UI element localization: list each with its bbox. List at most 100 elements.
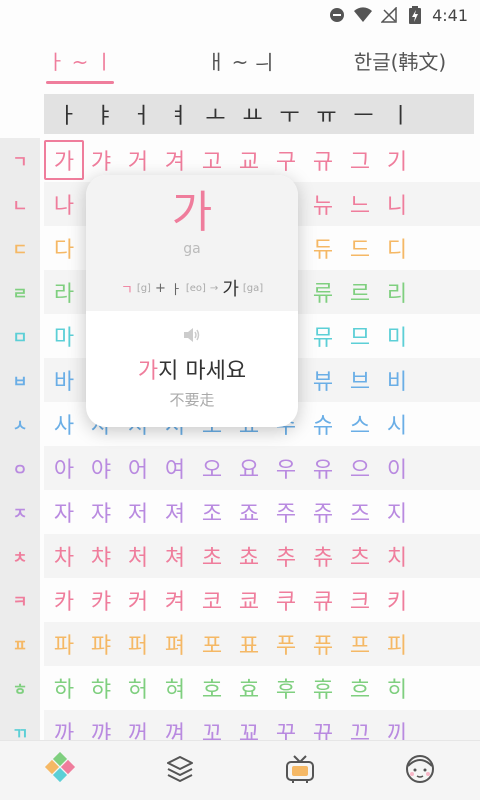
syllable-cell[interactable]: 코 xyxy=(192,580,232,620)
vowel-header-4[interactable]: ㅕ xyxy=(160,98,197,130)
syllable-cell[interactable]: 끼 xyxy=(377,712,417,740)
syllable-cell[interactable]: 아 xyxy=(44,448,84,488)
syllable-cell[interactable]: 꺄 xyxy=(81,712,121,740)
syllable-cell[interactable]: 퍄 xyxy=(81,624,121,664)
syllable-cell[interactable]: 하 xyxy=(44,668,84,708)
vowel-header-1[interactable]: ㅏ xyxy=(49,98,86,130)
syllable-cell[interactable]: 조 xyxy=(192,492,232,532)
syllable-cell[interactable]: 즈 xyxy=(340,492,380,532)
syllable-cell[interactable]: 슈 xyxy=(303,404,343,444)
consonant-header-10[interactable]: ㅊ xyxy=(0,534,40,578)
syllable-cell[interactable]: 요 xyxy=(229,448,269,488)
syllable-cell[interactable]: 지 xyxy=(377,492,417,532)
syllable-cell[interactable]: 큐 xyxy=(303,580,343,620)
syllable-cell[interactable]: 고 xyxy=(192,140,232,180)
syllable-cell[interactable]: 우 xyxy=(266,448,306,488)
vowel-header-3[interactable]: ㅓ xyxy=(123,98,160,130)
syllable-cell[interactable]: 디 xyxy=(377,228,417,268)
syllable-cell[interactable]: 호 xyxy=(192,668,232,708)
syllable-cell[interactable]: 시 xyxy=(377,404,417,444)
consonant-header-1[interactable]: ㄱ xyxy=(0,138,40,182)
syllable-cell[interactable]: 쵸 xyxy=(229,536,269,576)
syllable-cell[interactable]: 크 xyxy=(340,580,380,620)
vowel-header-9[interactable]: ㅡ xyxy=(345,98,382,130)
syllable-cell[interactable]: 초 xyxy=(192,536,232,576)
syllable-cell[interactable]: 유 xyxy=(303,448,343,488)
syllable-cell[interactable]: 캬 xyxy=(81,580,121,620)
syllable-cell[interactable]: 스 xyxy=(340,404,380,444)
syllable-cell[interactable]: 껴 xyxy=(155,712,195,740)
syllable-cell[interactable]: 쳐 xyxy=(155,536,195,576)
speaker-icon[interactable] xyxy=(182,325,202,345)
consonant-header-11[interactable]: ㅋ xyxy=(0,578,40,622)
vowel-header-2[interactable]: ㅑ xyxy=(86,98,123,130)
tab-basic-vowels[interactable]: ㅏ ~ ㅣ xyxy=(0,34,160,86)
syllable-cell[interactable]: 꺼 xyxy=(118,712,158,740)
syllable-cell[interactable]: 표 xyxy=(229,624,269,664)
syllable-cell[interactable]: 뮤 xyxy=(303,316,343,356)
syllable-cell[interactable]: 챠 xyxy=(81,536,121,576)
syllable-cell[interactable]: 파 xyxy=(44,624,84,664)
nav-tv[interactable] xyxy=(240,741,360,800)
syllable-cell[interactable]: 마 xyxy=(44,316,84,356)
syllable-cell[interactable]: 푸 xyxy=(266,624,306,664)
syllable-cell[interactable]: 여 xyxy=(155,448,195,488)
syllable-cell[interactable]: 햐 xyxy=(81,668,121,708)
syllable-cell[interactable]: 라 xyxy=(44,272,84,312)
syllable-cell[interactable]: 오 xyxy=(192,448,232,488)
syllable-cell[interactable]: 나 xyxy=(44,184,84,224)
syllable-cell[interactable]: 구 xyxy=(266,140,306,180)
syllable-cell[interactable]: 프 xyxy=(340,624,380,664)
syllable-cell[interactable]: 커 xyxy=(118,580,158,620)
syllable-cell[interactable]: 자 xyxy=(44,492,84,532)
syllable-cell[interactable]: 므 xyxy=(340,316,380,356)
syllable-cell[interactable]: 피 xyxy=(377,624,417,664)
syllable-cell[interactable]: 듀 xyxy=(303,228,343,268)
syllable-cell[interactable]: 비 xyxy=(377,360,417,400)
consonant-header-14[interactable]: ㄲ xyxy=(0,710,40,740)
syllable-cell[interactable]: 겨 xyxy=(155,140,195,180)
nav-profile[interactable] xyxy=(360,741,480,800)
syllable-cell[interactable]: 으 xyxy=(340,448,380,488)
consonant-header-9[interactable]: ㅈ xyxy=(0,490,40,534)
syllable-cell[interactable]: 후 xyxy=(266,668,306,708)
syllable-cell[interactable]: 치 xyxy=(377,536,417,576)
nav-chart[interactable] xyxy=(0,741,120,800)
syllable-cell[interactable]: 야 xyxy=(81,448,121,488)
syllable-cell[interactable]: 꾜 xyxy=(229,712,269,740)
syllable-cell[interactable]: 죠 xyxy=(229,492,269,532)
syllable-cell[interactable]: 히 xyxy=(377,668,417,708)
syllable-cell[interactable]: 쿄 xyxy=(229,580,269,620)
syllable-cell[interactable]: 츄 xyxy=(303,536,343,576)
syllable-cell[interactable]: 뷰 xyxy=(303,360,343,400)
syllable-cell[interactable]: 쥬 xyxy=(303,492,343,532)
syllable-cell[interactable]: 처 xyxy=(118,536,158,576)
syllable-cell[interactable]: 갸 xyxy=(81,140,121,180)
syllable-cell[interactable]: 포 xyxy=(192,624,232,664)
syllable-detail-popup[interactable]: 가 ga ㄱ [g] + ㅏ [eo] → 가 [ga] 가지 마세요 不要走 xyxy=(86,175,298,427)
syllable-cell[interactable]: 쟈 xyxy=(81,492,121,532)
syllable-cell[interactable]: 추 xyxy=(266,536,306,576)
syllable-cell[interactable]: 교 xyxy=(229,140,269,180)
syllable-cell[interactable]: 꼬 xyxy=(192,712,232,740)
syllable-cell[interactable]: 쿠 xyxy=(266,580,306,620)
syllable-cell[interactable]: 끄 xyxy=(340,712,380,740)
syllable-cell[interactable]: 츠 xyxy=(340,536,380,576)
syllable-cell[interactable]: 브 xyxy=(340,360,380,400)
syllable-cell[interactable]: 규 xyxy=(303,140,343,180)
syllable-cell[interactable]: 드 xyxy=(340,228,380,268)
syllable-cell[interactable]: 니 xyxy=(377,184,417,224)
vowel-header-6[interactable]: ㅛ xyxy=(234,98,271,130)
syllable-cell[interactable]: 퍼 xyxy=(118,624,158,664)
syllable-cell[interactable]: 져 xyxy=(155,492,195,532)
consonant-header-4[interactable]: ㄹ xyxy=(0,270,40,314)
syllable-cell[interactable]: 저 xyxy=(118,492,158,532)
syllable-cell[interactable]: 꾸 xyxy=(266,712,306,740)
syllable-cell[interactable]: 흐 xyxy=(340,668,380,708)
vowel-header-10[interactable]: ㅣ xyxy=(382,98,419,130)
syllable-cell[interactable]: 휴 xyxy=(303,668,343,708)
syllable-cell[interactable]: 느 xyxy=(340,184,380,224)
tab-hangul[interactable]: 한글(韩文) xyxy=(320,34,480,86)
syllable-cell[interactable]: 카 xyxy=(44,580,84,620)
syllable-cell[interactable]: 거 xyxy=(118,140,158,180)
